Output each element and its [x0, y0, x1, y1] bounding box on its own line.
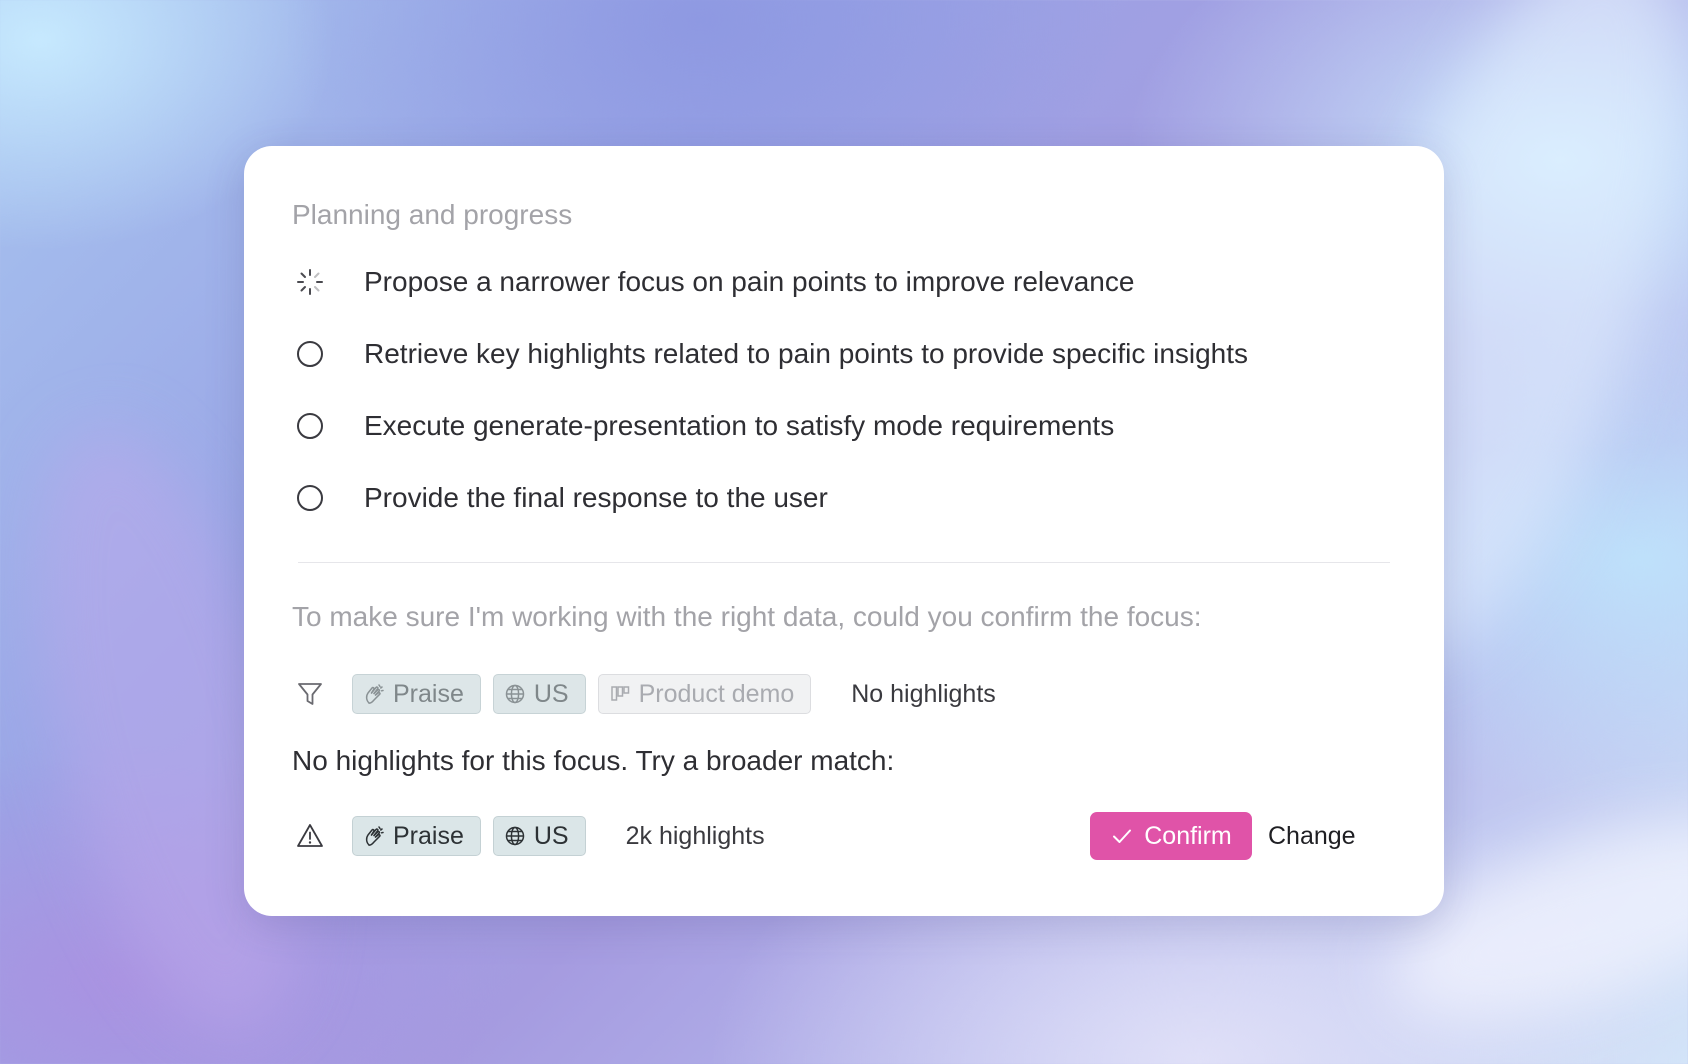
task-item: Retrieve key highlights related to pain …	[292, 332, 1248, 376]
chip-label: US	[533, 679, 569, 708]
filter-chip-product-demo[interactable]: Product demo	[597, 674, 812, 714]
current-filter-row: Praise US Product demo No highlights	[292, 672, 996, 716]
clapping-hands-icon	[365, 826, 384, 846]
globe-icon	[505, 826, 525, 846]
filter-chip-praise[interactable]: Praise	[352, 674, 481, 714]
board-icon	[610, 686, 629, 701]
section-title: Planning and progress	[292, 199, 573, 230]
chip-label: Praise	[393, 821, 464, 850]
highlight-count: No highlights	[851, 679, 996, 708]
filter-chip-us[interactable]: US	[492, 674, 586, 714]
chip-label: Praise	[393, 679, 464, 708]
empty-circle-icon	[292, 480, 328, 516]
spinner-icon	[292, 264, 328, 300]
suggested-filter-row: Praise US 2k highlights	[292, 814, 765, 858]
suggested-chip-praise[interactable]: Praise	[352, 816, 481, 856]
check-icon	[1113, 829, 1132, 843]
task-item: Execute generate-presentation to satisfy…	[292, 404, 1114, 448]
change-button[interactable]: Change	[1268, 812, 1356, 860]
task-label: Propose a narrower focus on pain points …	[364, 266, 1135, 297]
divider	[298, 562, 1390, 563]
chip-label: US	[533, 821, 569, 850]
planning-card: Planning and progress Propose a narrower…	[244, 146, 1444, 916]
globe-icon	[505, 684, 525, 704]
task-item: Propose a narrower focus on pain points …	[292, 260, 1134, 304]
empty-circle-icon	[292, 336, 328, 372]
task-label: Provide the final response to the user	[364, 482, 828, 513]
task-item: Provide the final response to the user	[292, 476, 828, 520]
confirm-button[interactable]: Confirm	[1090, 812, 1252, 860]
task-label: Execute generate-presentation to satisfy…	[364, 410, 1115, 441]
empty-circle-icon	[292, 408, 328, 444]
confirm-label: Confirm	[1144, 821, 1232, 850]
filter-icon	[292, 676, 328, 712]
highlight-count: 2k highlights	[625, 821, 765, 850]
focus-prompt: To make sure I'm working with the right …	[292, 601, 1202, 632]
suggested-chip-us[interactable]: US	[492, 816, 586, 856]
broader-message: No highlights for this focus. Try a broa…	[292, 745, 895, 776]
clapping-hands-icon	[365, 684, 384, 704]
task-label: Retrieve key highlights related to pain …	[364, 338, 1249, 369]
chip-label: Product demo	[638, 679, 795, 708]
warning-icon	[292, 818, 328, 854]
